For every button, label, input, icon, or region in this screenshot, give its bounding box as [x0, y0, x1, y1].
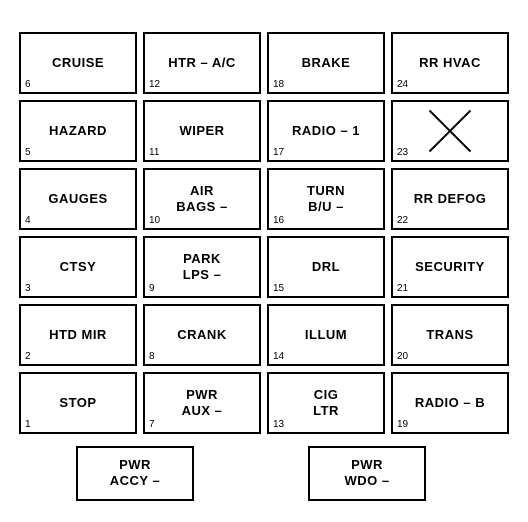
fuse-label-11: WIPER — [179, 123, 224, 139]
fuse-number-1: 1 — [25, 419, 31, 430]
fuse-box-5: HAZARD 5 — [19, 100, 137, 162]
fuse-label-24: RR HVAC — [419, 55, 481, 71]
fuse-label-8: CRANK — [177, 327, 226, 343]
fuse-box-21: SECURITY 21 — [391, 236, 509, 298]
fuse-label-19: RADIO – B — [415, 395, 485, 411]
fuse-number-21: 21 — [397, 283, 408, 294]
fuse-label-5: HAZARD — [49, 123, 107, 139]
fuse-label-10: AIRBAGS – — [176, 183, 227, 214]
fuse-label-6: CRUISE — [52, 55, 104, 71]
fuse-box-11: WIPER 11 — [143, 100, 261, 162]
fuse-bottom-row: PWRACCY – PWRWDO – — [9, 446, 493, 501]
fuse-number-18: 18 — [273, 79, 284, 90]
fuse-box-24: RR HVAC 24 — [391, 32, 509, 94]
fuse-number-2: 2 — [25, 351, 31, 362]
fuse-box-1: STOP 1 — [19, 372, 137, 434]
fuse-box-16: TURNB/U – 16 — [267, 168, 385, 230]
fuse-label-14: ILLUM — [305, 327, 347, 343]
fuse-number-9: 9 — [149, 283, 155, 294]
fuse-main-grid: STOP 1 HTD MIR 2 CTSY 3 GAUGES 4 HAZARD 5 CRUISE 6 P… — [9, 22, 519, 444]
fuse-box-10: AIRBAGS – 10 — [143, 168, 261, 230]
fuse-box-9: PARKLPS – 9 — [143, 236, 261, 298]
fuse-label-18: BRAKE — [302, 55, 351, 71]
fuse-label-1: STOP — [59, 395, 96, 411]
fuse-number-5: 5 — [25, 147, 31, 158]
fuse-box-8: CRANK 8 — [143, 304, 261, 366]
fuse-x-pattern — [393, 102, 507, 160]
fuse-box-2: HTD MIR 2 — [19, 304, 137, 366]
fuse-number-4: 4 — [25, 215, 31, 226]
fuse-label-16: TURNB/U – — [307, 183, 345, 214]
fuse-box-4: GAUGES 4 — [19, 168, 137, 230]
fuse-box-22: RR DEFOG 22 — [391, 168, 509, 230]
fuse-label-17: RADIO – 1 — [292, 123, 360, 139]
fuse-number-20: 20 — [397, 351, 408, 362]
fuse-label-4: GAUGES — [48, 191, 107, 207]
fuse-box-20: TRANS 20 — [391, 304, 509, 366]
fuse-label-3: CTSY — [60, 259, 97, 275]
fuse-number-3: 3 — [25, 283, 31, 294]
fuse-label-12: HTR – A/C — [168, 55, 236, 71]
fuse-box-17: RADIO – 1 17 — [267, 100, 385, 162]
fuse-number-13: 13 — [273, 419, 284, 430]
fuse-number-7: 7 — [149, 419, 155, 430]
fuse-label-9: PARKLPS – — [183, 251, 222, 282]
fuse-number-15: 15 — [273, 283, 284, 294]
fuse-box-19: RADIO – B 19 — [391, 372, 509, 434]
fuse-number-23: 23 — [397, 147, 408, 158]
fuse-box-12: HTR – A/C 12 — [143, 32, 261, 94]
fuse-label-20: TRANS — [426, 327, 473, 343]
fuse-label-22: RR DEFOG — [414, 191, 487, 207]
fuse-label-7: PWRAUX – — [182, 387, 223, 418]
fuse-box-23: 23 — [391, 100, 509, 162]
fuse-box-bottom2: PWRWDO – — [308, 446, 426, 501]
fuse-number-8: 8 — [149, 351, 155, 362]
fuse-box-18: BRAKE 18 — [267, 32, 385, 94]
fuse-box-6: CRUISE 6 — [19, 32, 137, 94]
fuse-number-11: 11 — [149, 147, 159, 158]
fuse-number-16: 16 — [273, 215, 284, 226]
fuse-number-14: 14 — [273, 351, 284, 362]
fuse-number-12: 12 — [149, 79, 160, 90]
fuse-box-13: CIGLTR 13 — [267, 372, 385, 434]
fuse-label-bottom1: PWRACCY – — [110, 457, 160, 488]
fuse-diagram: STOP 1 HTD MIR 2 CTSY 3 GAUGES 4 HAZARD 5 CRUISE 6 P… — [9, 22, 519, 501]
fuse-label-bottom2: PWRWDO – — [344, 457, 389, 488]
fuse-box-3: CTSY 3 — [19, 236, 137, 298]
fuse-label-2: HTD MIR — [49, 327, 107, 343]
fuse-number-19: 19 — [397, 419, 408, 430]
fuse-label-13: CIGLTR — [313, 387, 339, 418]
fuse-box-bottom1: PWRACCY – — [76, 446, 194, 501]
fuse-number-10: 10 — [149, 215, 160, 226]
fuse-number-24: 24 — [397, 79, 408, 90]
fuse-number-22: 22 — [397, 215, 408, 226]
fuse-label-15: DRL — [312, 259, 340, 275]
fuse-box-15: DRL 15 — [267, 236, 385, 298]
fuse-number-17: 17 — [273, 147, 284, 158]
fuse-box-14: ILLUM 14 — [267, 304, 385, 366]
fuse-label-21: SECURITY — [415, 259, 485, 275]
fuse-number-6: 6 — [25, 79, 31, 90]
fuse-box-7: PWRAUX – 7 — [143, 372, 261, 434]
